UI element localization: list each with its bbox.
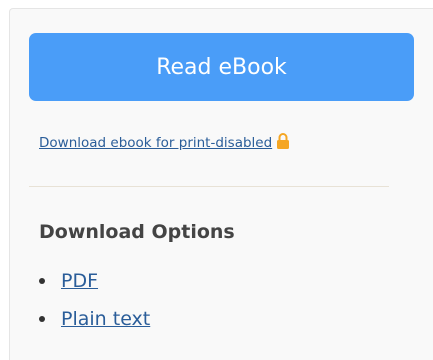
print-disabled-link-label: Download ebook for print-disabled <box>39 135 273 151</box>
list-item: Plain text <box>39 300 150 338</box>
section-divider <box>29 186 389 187</box>
download-pdf-link[interactable]: PDF <box>61 270 98 292</box>
list-item: PDF <box>39 262 150 300</box>
bullet-icon <box>39 316 45 322</box>
download-options-list: PDF Plain text <box>39 262 150 338</box>
download-plain-text-link[interactable]: Plain text <box>61 308 150 330</box>
lock-icon <box>276 132 290 150</box>
download-options-heading: Download Options <box>39 221 235 243</box>
ebook-sidebar-panel: Read eBook Download ebook for print-disa… <box>9 8 433 360</box>
download-print-disabled-link[interactable]: Download ebook for print-disabled <box>39 132 290 152</box>
bullet-icon <box>39 278 45 284</box>
read-ebook-button[interactable]: Read eBook <box>29 33 414 101</box>
